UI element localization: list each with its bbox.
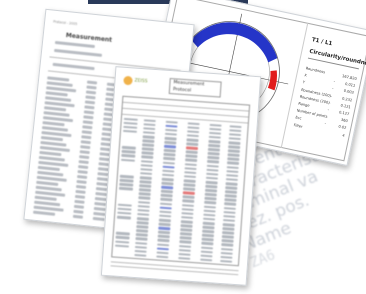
cell-fill bbox=[43, 111, 70, 117]
cell-fill bbox=[200, 258, 213, 262]
cell-fill bbox=[93, 206, 106, 211]
text-line-fill bbox=[54, 40, 95, 48]
cell-fill bbox=[134, 253, 147, 258]
cell-fill bbox=[39, 150, 62, 156]
cell-fill bbox=[86, 85, 97, 90]
cell-fill bbox=[156, 255, 169, 259]
logo-mark-icon bbox=[123, 75, 133, 86]
cell-fill bbox=[85, 90, 97, 94]
left-sheet-header: Protocol - 2005 bbox=[52, 19, 78, 27]
cell-fill bbox=[40, 135, 64, 141]
cell-fill bbox=[45, 91, 68, 97]
cell-fill bbox=[83, 110, 95, 114]
cell-fill bbox=[77, 174, 88, 179]
cell-fill bbox=[80, 145, 91, 149]
cell-fill bbox=[34, 195, 57, 201]
cell-fill bbox=[78, 165, 89, 169]
cell-fill bbox=[78, 160, 89, 164]
cell-fill bbox=[75, 189, 86, 194]
cell-fill bbox=[82, 125, 93, 129]
cell-fill bbox=[80, 140, 91, 144]
cell-fill bbox=[84, 105, 95, 109]
cell-fill bbox=[77, 170, 88, 174]
cell-fill bbox=[83, 115, 94, 119]
cell-fill bbox=[79, 150, 90, 154]
front-sheet-content: ZEISS Measurement Protocol bbox=[102, 67, 260, 285]
cell-fill bbox=[74, 199, 85, 204]
cell-fill bbox=[36, 180, 59, 186]
cell-fill bbox=[94, 201, 107, 206]
cell-fill bbox=[37, 165, 60, 171]
cell-fill bbox=[81, 130, 92, 134]
cell-fill bbox=[76, 179, 87, 184]
cell-fill bbox=[86, 80, 98, 85]
cell-fill bbox=[82, 120, 93, 124]
cell-fill bbox=[75, 184, 87, 189]
cell-fill bbox=[85, 95, 96, 99]
cell-fill bbox=[178, 256, 191, 261]
cell-fill bbox=[74, 194, 86, 199]
cell-fill bbox=[44, 106, 67, 111]
cell-fill bbox=[47, 76, 70, 82]
cell-fill bbox=[42, 121, 65, 126]
front-protocol-sheet: ZEISS Measurement Protocol bbox=[100, 66, 262, 286]
cell-fill bbox=[81, 135, 92, 139]
cell-fill bbox=[73, 204, 85, 209]
logo-text: ZEISS bbox=[134, 78, 148, 85]
cell-fill bbox=[72, 214, 84, 219]
text-line-fill bbox=[54, 48, 103, 57]
cell-fill bbox=[84, 100, 96, 104]
cell-fill bbox=[37, 170, 64, 176]
text-line-fill bbox=[52, 62, 95, 70]
protocol-table bbox=[111, 95, 251, 267]
company-logo: ZEISS bbox=[123, 75, 160, 87]
cell-fill bbox=[33, 210, 56, 216]
cell-fill bbox=[92, 216, 105, 221]
cell-fill bbox=[79, 155, 90, 159]
cell-fill bbox=[93, 211, 106, 216]
cell-fill bbox=[220, 259, 233, 264]
cell-fill bbox=[73, 209, 84, 214]
